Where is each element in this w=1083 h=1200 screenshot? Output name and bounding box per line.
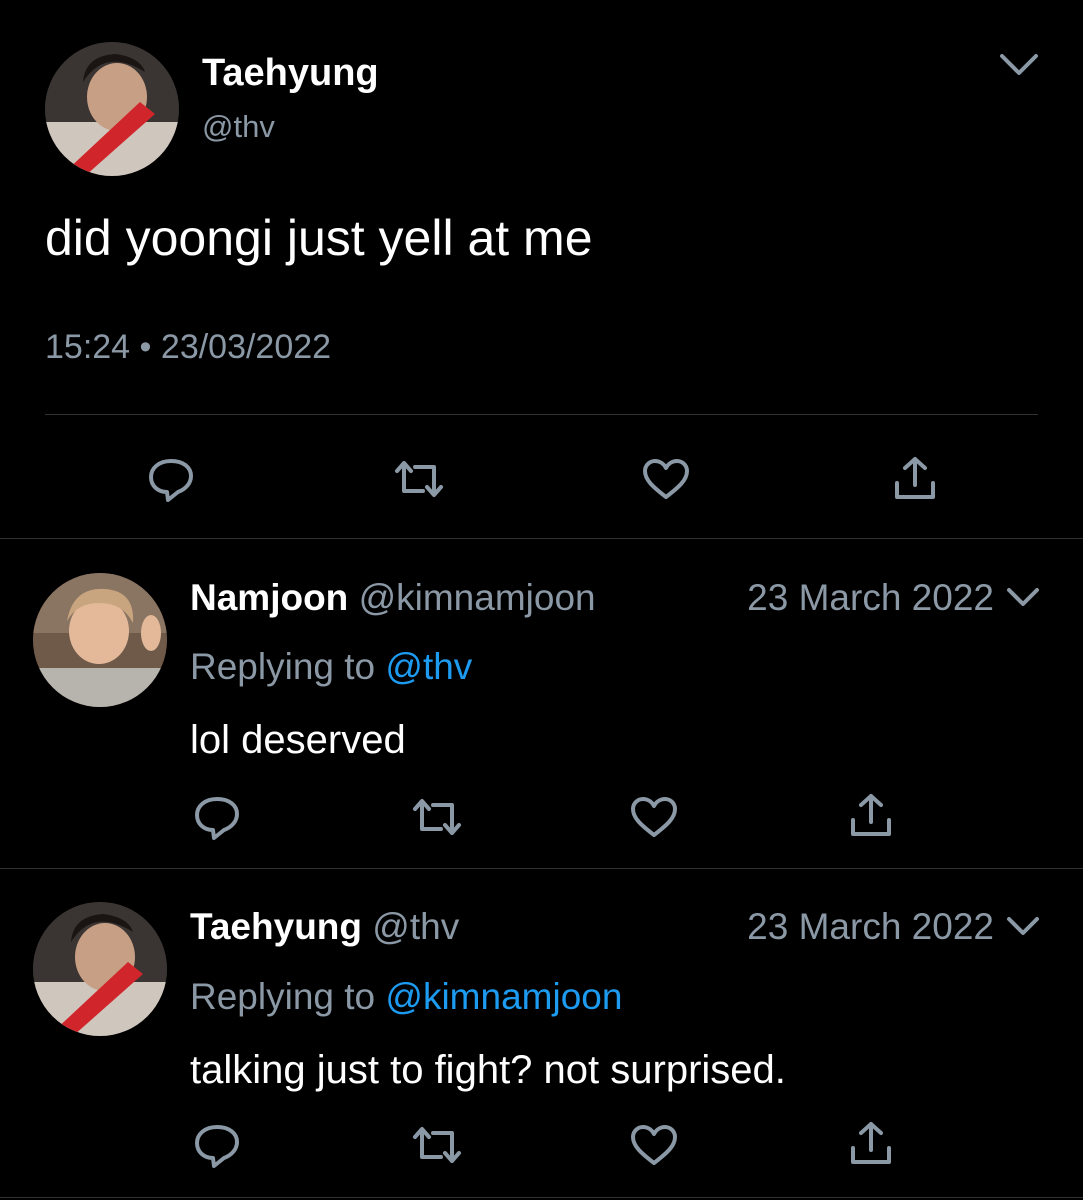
chevron-down-icon[interactable] xyxy=(1005,914,1041,940)
meta-separator: • xyxy=(139,328,152,366)
tweet-time: 15:24 xyxy=(45,328,131,366)
reply-author-handle[interactable]: @kimnamjoon xyxy=(359,577,596,618)
reply-author-handle[interactable]: @thv xyxy=(372,906,459,947)
avatar-taehyung[interactable] xyxy=(33,902,167,1036)
reply-text: lol deserved xyxy=(190,718,406,762)
chevron-down-icon[interactable] xyxy=(1005,585,1041,611)
reply-author[interactable]: Taehyung @thv xyxy=(190,905,459,949)
avatar-namjoon[interactable] xyxy=(33,573,167,707)
author-handle[interactable]: @thv xyxy=(202,108,275,146)
tweet-timestamp: 15:24 • 23/03/2022 xyxy=(45,326,331,368)
retweet-icon[interactable] xyxy=(393,457,445,501)
reply-author[interactable]: Namjoon @kimnamjoon xyxy=(190,576,596,620)
reply-icon[interactable] xyxy=(193,793,241,841)
replying-to: Replying to @kimnamjoon xyxy=(190,975,622,1019)
mention-link[interactable]: @kimnamjoon xyxy=(385,976,622,1017)
reply-date: 23 March 2022 xyxy=(747,906,994,947)
retweet-icon[interactable] xyxy=(411,795,463,839)
replying-label: Replying to xyxy=(190,646,376,687)
like-icon[interactable] xyxy=(629,1123,679,1167)
tweet-text: did yoongi just yell at me xyxy=(45,210,593,266)
reply-date: 23 March 2022 xyxy=(747,577,994,618)
replying-label: Replying to xyxy=(190,976,376,1017)
retweet-icon[interactable] xyxy=(411,1123,463,1167)
divider xyxy=(0,868,1083,869)
divider xyxy=(45,414,1038,415)
reply-text: talking just to fight? not surprised. xyxy=(190,1048,786,1092)
replying-to: Replying to @thv xyxy=(190,645,472,689)
share-icon[interactable] xyxy=(893,455,937,501)
like-icon[interactable] xyxy=(629,795,679,839)
reply-author-name[interactable]: Taehyung xyxy=(190,906,362,947)
chevron-down-icon[interactable] xyxy=(998,50,1040,80)
reply-icon[interactable] xyxy=(147,455,195,503)
share-icon[interactable] xyxy=(849,792,893,838)
reply-icon[interactable] xyxy=(193,1121,241,1169)
mention-link[interactable]: @thv xyxy=(385,646,472,687)
tweet-date: 23/03/2022 xyxy=(160,328,332,366)
avatar-taehyung[interactable] xyxy=(45,42,179,176)
divider xyxy=(0,538,1083,539)
like-icon[interactable] xyxy=(641,457,691,501)
reply-author-name[interactable]: Namjoon xyxy=(190,577,348,618)
divider xyxy=(0,1197,1083,1198)
author-name[interactable]: Taehyung xyxy=(202,50,379,96)
share-icon[interactable] xyxy=(849,1120,893,1166)
